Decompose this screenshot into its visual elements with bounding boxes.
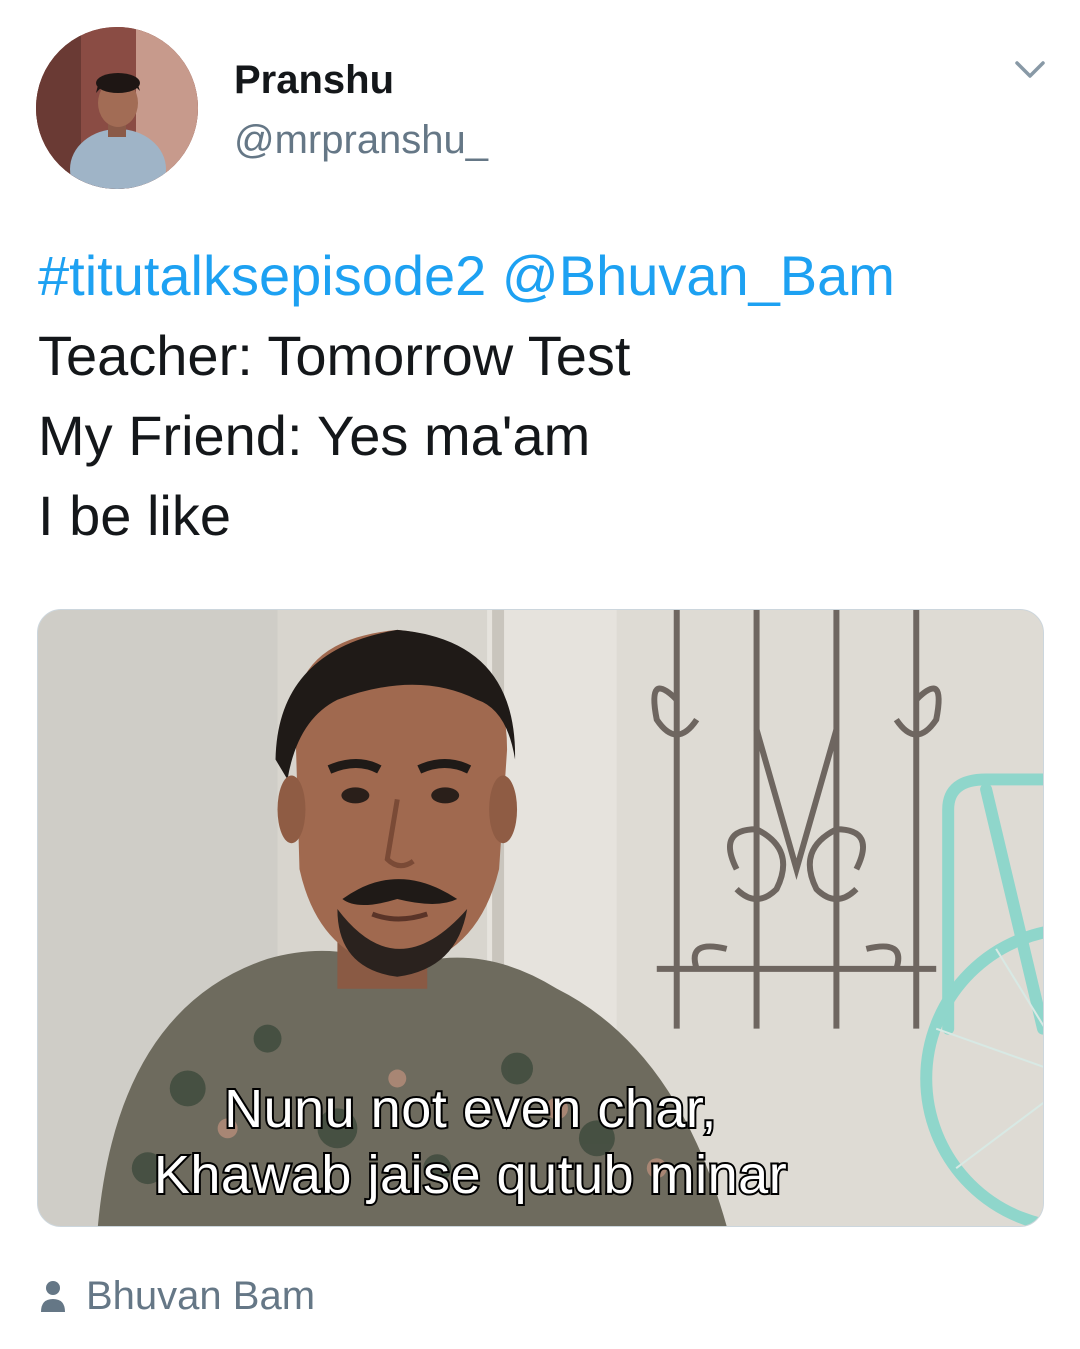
mention-link[interactable]: @Bhuvan_Bam	[502, 244, 895, 307]
user-handle[interactable]: @mrpranshu_	[234, 116, 488, 164]
tweet-line: Teacher: Tomorrow Test	[38, 324, 631, 387]
tweet-line: My Friend: Yes ma'am	[38, 404, 591, 467]
avatar[interactable]	[36, 27, 198, 189]
avatar-image	[36, 27, 198, 189]
hashtag-link[interactable]: #titutalksepisode2	[38, 244, 486, 307]
tweet-media-image[interactable]: Nunu not even char, Khawab jaise qutub m…	[37, 609, 1044, 1227]
chevron-down-icon[interactable]	[1006, 52, 1054, 88]
media-credit-name[interactable]: Bhuvan Bam	[86, 1272, 315, 1320]
meme-caption-line: Nunu not even char,	[222, 1078, 718, 1140]
display-name[interactable]: Pranshu	[234, 56, 394, 104]
media-credit[interactable]: Bhuvan Bam	[38, 1270, 315, 1322]
meme-caption-line: Khawab jaise qutub minar	[152, 1144, 789, 1206]
user-icon	[41, 1281, 65, 1312]
tweet-line: I be like	[38, 484, 231, 547]
tweet-text: #titutalksepisode2 @Bhuvan_Bam Teacher: …	[38, 236, 1048, 556]
tweet-tags-line: #titutalksepisode2 @Bhuvan_Bam	[38, 236, 1048, 316]
